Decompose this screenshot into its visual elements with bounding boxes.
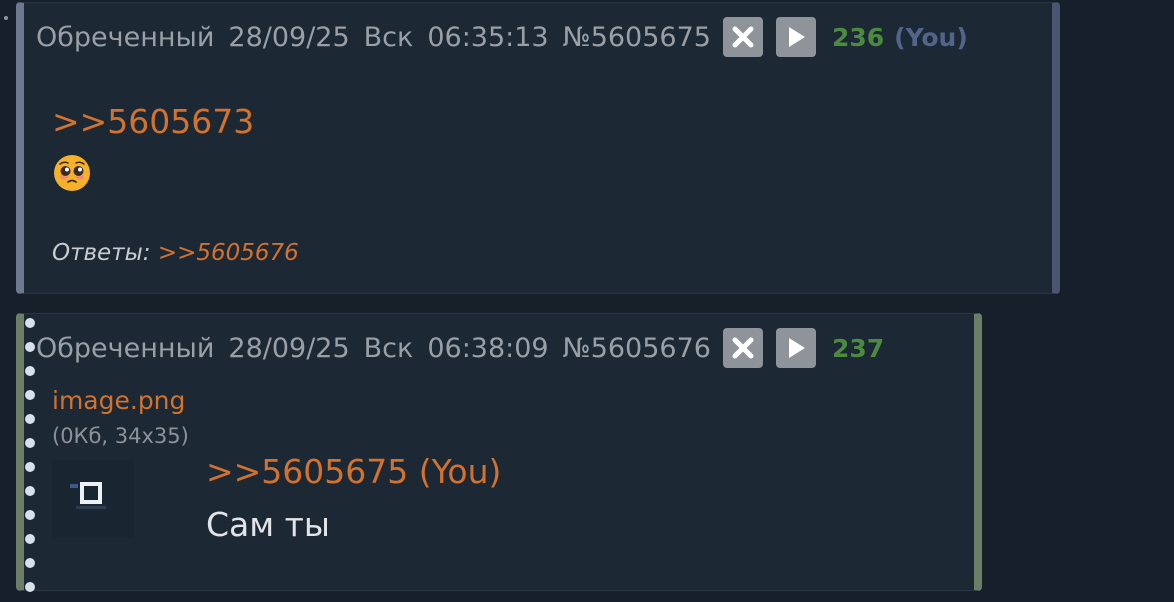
post-number[interactable]: №5605676 [563,333,711,364]
reply-link[interactable]: >>5605675 (You) [206,452,501,491]
post-index: 236 [831,22,885,52]
rail-dot [25,438,35,448]
rail-dot [25,462,35,472]
rail-dot [25,390,35,400]
message-text: Сам ты [206,505,330,544]
post-weekday: Вск [363,21,414,53]
post-number[interactable]: №5605675 [563,22,711,53]
file-link[interactable]: image.png [52,386,185,415]
rail-dot [25,582,35,592]
hide-post-button[interactable] [722,328,763,368]
pleading-face-icon [52,153,92,193]
post-date: 28/09/25 [228,332,350,364]
rail-dot [25,366,35,376]
post-date: 28/09/25 [228,21,350,53]
replies-section: Ответы: >>5605676 [52,240,299,266]
thread-view: Обреченный 28/09/25 Вск 06:35:13 №560567… [0,0,1174,602]
post-index: 237 [831,333,885,363]
post-weekday: Вск [363,332,414,364]
rail-dot [25,342,35,352]
corner-dot [4,16,8,20]
post-menu-button[interactable] [775,17,816,57]
post-time: 06:35:13 [427,21,549,53]
post-author: Обреченный [36,332,215,364]
image-thumbnail[interactable] [52,460,134,538]
post-menu-button[interactable] [775,328,816,368]
reply-backlink[interactable]: >>5605676 [158,240,299,266]
rail-dot [25,558,35,568]
rail-dot [25,534,35,544]
post-time: 06:38:09 [427,332,549,364]
play-icon [788,27,805,47]
play-icon [788,338,805,358]
thumbnail-image [52,460,134,538]
replies-label: Ответы: [52,240,151,266]
dot-rail [25,318,35,594]
file-meta: (0Кб, 34x35) [52,424,189,448]
rail-dot [25,414,35,424]
post-author: Обреченный [36,21,215,53]
hide-post-button[interactable] [722,17,763,57]
close-icon [732,337,754,359]
post-message: >>5605675 (You) Сам ты [206,452,501,544]
post-header: Обреченный 28/09/25 Вск 06:35:13 №560567… [36,17,968,57]
you-marker: (You) [894,22,968,52]
rail-dot [25,486,35,496]
post-header: Обреченный 28/09/25 Вск 06:38:09 №560567… [36,328,884,368]
post-message: >>5605673 [52,102,254,193]
rail-dot [25,510,35,520]
rail-dot [25,318,35,328]
reply-link[interactable]: >>5605673 [52,102,254,141]
close-icon [732,26,754,48]
